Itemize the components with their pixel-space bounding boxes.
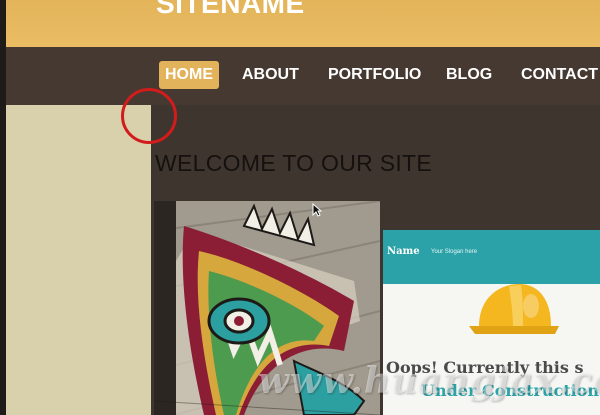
nav-item-home[interactable]: HOME [159, 61, 219, 89]
hard-hat-icon [469, 280, 559, 345]
page-title: WELCOME TO OUR SITE [155, 150, 433, 176]
watermark: www.huangjax.com [258, 360, 600, 402]
sidebar [6, 105, 151, 415]
nav-item-portfolio[interactable]: PORTFOLIO [322, 61, 427, 89]
arrow-cursor-icon [312, 202, 323, 222]
preview-header-bar: Name Your Slogan here [383, 230, 600, 284]
main-nav: HOME ABOUT PORTFOLIO BLOG CONTACT [6, 47, 600, 105]
site-header: SITENAME [6, 0, 600, 47]
annotation-circle [121, 88, 177, 144]
nav-item-blog[interactable]: BLOG [440, 61, 498, 89]
preview-slogan: Your Slogan here [431, 249, 478, 255]
preview-site-name: Name [387, 246, 420, 257]
nav-item-contact[interactable]: CONTACT [515, 61, 600, 89]
nav-item-about[interactable]: ABOUT [236, 61, 305, 89]
site-name[interactable]: SITENAME [156, 0, 305, 20]
